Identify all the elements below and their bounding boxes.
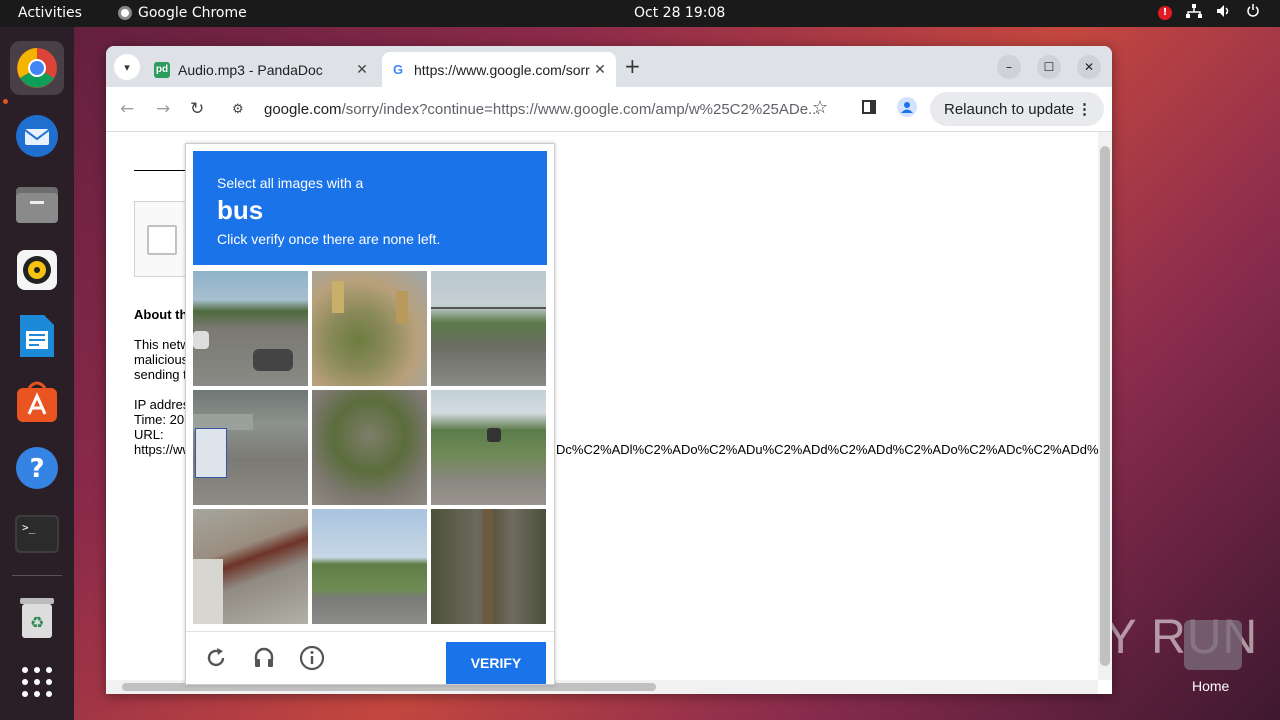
ip-address: IP addres — [134, 397, 190, 412]
vertical-scrollbar[interactable] — [1098, 132, 1112, 680]
bus-shape — [195, 428, 227, 478]
chrome-icon[interactable] — [10, 41, 64, 95]
volume-icon — [1216, 4, 1232, 22]
home-folder-icon[interactable] — [1184, 620, 1242, 670]
side-panel-icon[interactable] — [862, 100, 876, 114]
dock-separator — [12, 575, 62, 576]
captcha-tile-traffic-light-tree[interactable] — [312, 271, 427, 386]
reload-button[interactable]: ↻ — [190, 99, 204, 119]
writer-icon[interactable] — [10, 309, 64, 363]
help-icon[interactable]: ? — [10, 441, 64, 495]
about-heading: About th — [134, 307, 188, 322]
info-line-3: sending t — [134, 367, 187, 382]
browser-toolbar: ← → ↻ ⚙ google.com/sorry/index?continue=… — [106, 87, 1112, 132]
home-folder-label[interactable]: Home — [1192, 678, 1229, 694]
captcha-challenge: Select all images with a bus Click verif… — [185, 143, 555, 685]
captcha-tile-grassy-field[interactable] — [312, 509, 427, 624]
new-tab-button[interactable]: + — [624, 54, 641, 78]
captcha-header: Select all images with a bus Click verif… — [193, 151, 547, 265]
tab-strip: ▾ pd Audio.mp3 - PandaDoc ✕ G https://ww… — [106, 46, 1112, 87]
svg-text:?: ? — [29, 454, 44, 484]
url-value-right: Dc%C2%ADl%C2%ADo%C2%ADu%C2%ADd%C2%ADd%C2… — [556, 442, 1099, 457]
info-icon[interactable] — [298, 644, 326, 672]
captcha-tile-road-with-cars[interactable] — [193, 271, 308, 386]
wire-shape — [431, 307, 546, 309]
tab-close-icon[interactable]: ✕ — [590, 61, 610, 78]
power-icon — [1246, 4, 1260, 22]
svg-text:>_: >_ — [22, 521, 36, 534]
url-value-left: https://ww — [134, 442, 192, 457]
url-path: /sorry/index?continue=https://www.google… — [341, 100, 821, 118]
site-info-icon[interactable]: ⚙ — [232, 101, 252, 117]
captcha-tile-bus-overpass[interactable] — [193, 390, 308, 505]
pandadoc-favicon-icon: pd — [154, 61, 170, 78]
tab-close-icon[interactable]: ✕ — [352, 61, 372, 78]
info-line-2: malicious — [134, 352, 189, 367]
terminal-icon[interactable]: >_ — [10, 507, 64, 561]
back-button[interactable]: ← — [120, 99, 134, 119]
svg-text:♻: ♻ — [30, 613, 44, 632]
show-apps-icon[interactable] — [10, 655, 64, 709]
activities-button[interactable]: Activities — [18, 5, 82, 21]
bookmark-star-icon[interactable]: ☆ — [812, 97, 828, 118]
vertical-scroll-thumb[interactable] — [1100, 146, 1110, 666]
tab-title: https://www.google.com/sorry/ — [414, 61, 590, 78]
url-host: google.com — [264, 100, 342, 118]
car-shape — [193, 331, 209, 349]
reload-challenge-icon[interactable] — [202, 644, 230, 672]
chrome-small-icon — [118, 6, 132, 20]
captcha-tile-road-with-car[interactable] — [431, 390, 546, 505]
captcha-tile-noisy-street[interactable] — [312, 390, 427, 505]
relaunch-label: Relaunch to update — [944, 100, 1075, 118]
info-line-1: This netw — [134, 337, 190, 352]
tab-pandadoc[interactable]: pd Audio.mp3 - PandaDoc ✕ — [146, 52, 378, 87]
google-favicon-icon: G — [392, 62, 404, 77]
system-tray[interactable]: ! — [1158, 4, 1260, 22]
app-menu[interactable]: Google Chrome — [118, 5, 247, 21]
alert-icon[interactable]: ! — [1158, 6, 1172, 20]
files-icon[interactable] — [10, 177, 64, 231]
captcha-instruction: Click verify once there are none left. — [217, 231, 441, 247]
captcha-target: bus — [217, 195, 264, 225]
recaptcha-checkbox[interactable] — [147, 225, 177, 255]
relaunch-button[interactable]: Relaunch to update ⋮ — [930, 92, 1104, 126]
forward-button[interactable]: → — [156, 99, 170, 119]
audio-challenge-icon[interactable] — [250, 644, 278, 672]
wall-shape — [193, 559, 223, 624]
close-window-button[interactable]: ✕ — [1077, 55, 1101, 79]
app-center-icon[interactable] — [10, 375, 64, 429]
captcha-prompt: Select all images with a — [217, 175, 364, 191]
network-icon — [1186, 4, 1202, 22]
car-shape — [487, 428, 501, 442]
running-indicator — [3, 99, 8, 104]
thunderbird-icon[interactable] — [10, 109, 64, 163]
trash-icon[interactable]: ♻ — [10, 591, 64, 645]
more-menu-icon[interactable]: ⋮ — [1077, 100, 1092, 118]
captcha-footer: VERIFY — [186, 631, 554, 685]
captcha-tile-building-roof[interactable] — [193, 509, 308, 624]
traffic-light-shape — [396, 291, 408, 323]
tab-search-button[interactable]: ▾ — [114, 54, 140, 80]
car-shape — [253, 349, 293, 371]
address-bar[interactable]: ⚙ google.com/sorry/index?continue=https:… — [222, 92, 842, 126]
pole-shape — [483, 509, 493, 624]
app-menu-label: Google Chrome — [138, 5, 247, 21]
time-line: Time: 20 — [134, 412, 185, 427]
traffic-light-shape — [332, 281, 344, 313]
tab-title: Audio.mp3 - PandaDoc — [178, 61, 323, 78]
minimize-button[interactable]: – — [997, 55, 1021, 79]
dock: ? >_ ♻ — [0, 27, 74, 720]
rhythmbox-icon[interactable] — [10, 243, 64, 297]
captcha-tile-road-with-trees[interactable] — [431, 271, 546, 386]
maximize-button[interactable]: ☐ — [1037, 55, 1061, 79]
verify-button[interactable]: VERIFY — [446, 642, 546, 684]
clock[interactable]: Oct 28 19:08 — [634, 5, 725, 21]
captcha-tile-pole-closeup[interactable] — [431, 509, 546, 624]
tab-google-sorry[interactable]: G https://www.google.com/sorry/ ✕ — [382, 52, 616, 87]
profile-avatar-icon[interactable] — [897, 97, 917, 117]
top-bar: Activities Google Chrome Oct 28 19:08 ! — [0, 0, 1280, 27]
url-label: URL: — [134, 427, 164, 442]
